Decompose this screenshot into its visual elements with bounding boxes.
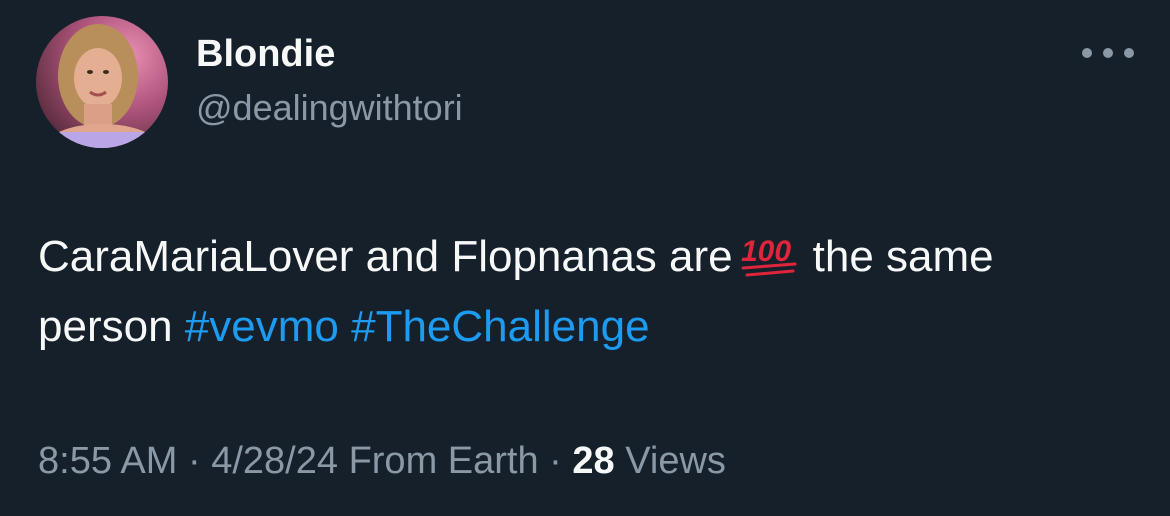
more-options-button[interactable]: [1082, 38, 1134, 68]
avatar[interactable]: [36, 16, 168, 148]
hashtag-link[interactable]: #vevmo: [185, 302, 339, 351]
tweet-text-segment: person: [38, 302, 173, 351]
separator: ·: [187, 440, 201, 482]
hashtag-link[interactable]: #TheChallenge: [351, 302, 649, 351]
hundred-points-emoji-icon: 100: [741, 235, 797, 277]
ellipsis-dot: [1082, 48, 1092, 58]
profile-photo-icon: [36, 16, 168, 148]
ellipsis-dot: [1124, 48, 1134, 58]
views-count[interactable]: 28: [572, 440, 614, 482]
tweet-time[interactable]: 8:55 AM: [38, 440, 177, 482]
tweet-line-2: person #vevmo #TheChallenge: [38, 292, 1148, 362]
author-handle[interactable]: @dealingwithtori: [196, 84, 463, 132]
tweet-text: CaraMariaLover and Flopnanas are 100 the…: [38, 222, 1148, 362]
views-label[interactable]: Views: [625, 440, 726, 482]
author-display-name[interactable]: Blondie: [196, 30, 335, 78]
ellipsis-dot: [1103, 48, 1113, 58]
tweet-line-1: CaraMariaLover and Flopnanas are 100 the…: [38, 222, 1148, 292]
tweet-date[interactable]: 4/28/24: [211, 440, 338, 482]
separator: ·: [549, 440, 562, 482]
svg-text:100: 100: [741, 235, 791, 268]
tweet-text-segment: the same: [812, 232, 994, 281]
tweet-text-segment: CaraMariaLover and Flopnanas are: [38, 232, 733, 281]
tweet-metadata: 8:55 AM · 4/28/24 From Earth · 28 Views: [38, 436, 726, 486]
tweet-source: From Earth: [348, 440, 539, 482]
